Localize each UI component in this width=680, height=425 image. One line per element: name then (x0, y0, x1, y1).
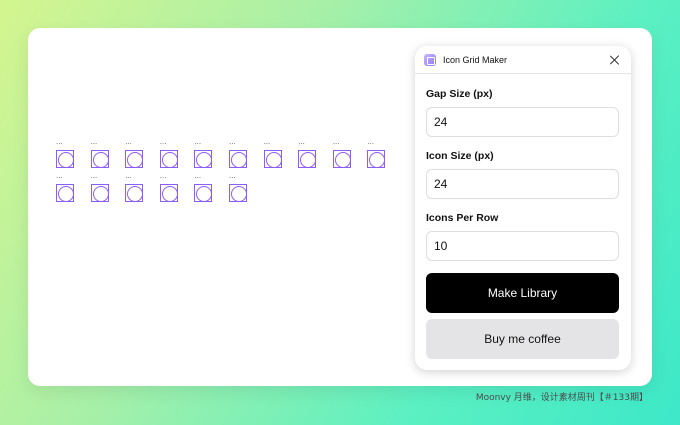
circle-icon (56, 184, 74, 202)
circle-icon (56, 150, 74, 168)
circle-icon (90, 150, 109, 168)
circle-icon (159, 184, 178, 202)
circle-icon (90, 184, 109, 202)
buy-me-coffee-button[interactable]: Buy me coffee (426, 319, 619, 359)
circle-icon (159, 150, 178, 168)
circle-icon (229, 150, 247, 168)
circle-icon (263, 150, 282, 168)
grid-icon[interactable]: ... (125, 172, 144, 203)
circle-icon (229, 184, 247, 202)
grid-icon[interactable]: ... (332, 138, 351, 169)
icon-label: ... (90, 172, 98, 180)
icon-label: ... (90, 138, 98, 146)
panel-title: Icon Grid Maker (443, 54, 508, 65)
icon-label: ... (229, 138, 236, 146)
make-library-button[interactable]: Make Library (426, 273, 619, 313)
circle-icon (125, 150, 144, 168)
icon-label: ... (367, 138, 375, 146)
circle-icon (367, 150, 386, 168)
icon-label: ... (298, 138, 305, 146)
panel-header: Icon Grid Maker (415, 46, 631, 74)
grid-icon[interactable]: ... (229, 173, 247, 203)
grid-icon[interactable]: ... (194, 172, 213, 203)
icon-size-label: Icon Size (px) (426, 150, 494, 162)
icon-label: ... (263, 138, 271, 146)
gap-size-input[interactable] (426, 107, 619, 137)
icons-per-row-label: Icons Per Row (426, 212, 499, 224)
close-icon[interactable] (608, 53, 622, 67)
icon-label: ... (56, 138, 63, 146)
icon-label: ... (159, 138, 167, 146)
icon-label: ... (194, 172, 202, 180)
circle-icon (125, 184, 144, 202)
grid-icon[interactable]: ... (229, 139, 247, 169)
icon-label: ... (125, 172, 132, 180)
icon-label: ... (56, 172, 63, 180)
icon-label: ... (194, 138, 202, 146)
icon-label: ... (159, 172, 167, 180)
grid-icon[interactable]: ... (194, 138, 213, 169)
icon-size-input[interactable] (426, 169, 619, 199)
icon-label: ... (229, 172, 236, 180)
grid-icon[interactable]: ... (125, 138, 144, 169)
grid-icon[interactable]: ... (298, 138, 317, 169)
grid-icon[interactable]: ... (56, 173, 74, 203)
circle-icon (298, 150, 317, 168)
gap-size-label: Gap Size (px) (426, 88, 493, 100)
icon-label: ... (332, 138, 340, 146)
grid-icon[interactable]: ... (90, 172, 109, 203)
grid-icon[interactable]: ... (159, 138, 178, 169)
footer-credit: Moonvy 月维，设计素材周刊【＃133期】 (475, 393, 648, 403)
icon-label: ... (125, 138, 132, 146)
circle-icon (332, 150, 351, 168)
icon-grid-maker-icon (424, 53, 436, 66)
grid-icon[interactable]: ... (263, 138, 282, 169)
plugin-panel: Icon Grid Maker Gap Size (px) Icon Size … (415, 46, 631, 370)
grid-icon[interactable]: ... (159, 172, 178, 203)
grid-icon[interactable]: ... (90, 138, 109, 169)
icons-per-row-input[interactable] (426, 231, 619, 261)
grid-icon[interactable]: ... (56, 139, 74, 169)
circle-icon (194, 150, 213, 168)
circle-icon (194, 184, 213, 202)
grid-icon[interactable]: ... (367, 138, 386, 169)
